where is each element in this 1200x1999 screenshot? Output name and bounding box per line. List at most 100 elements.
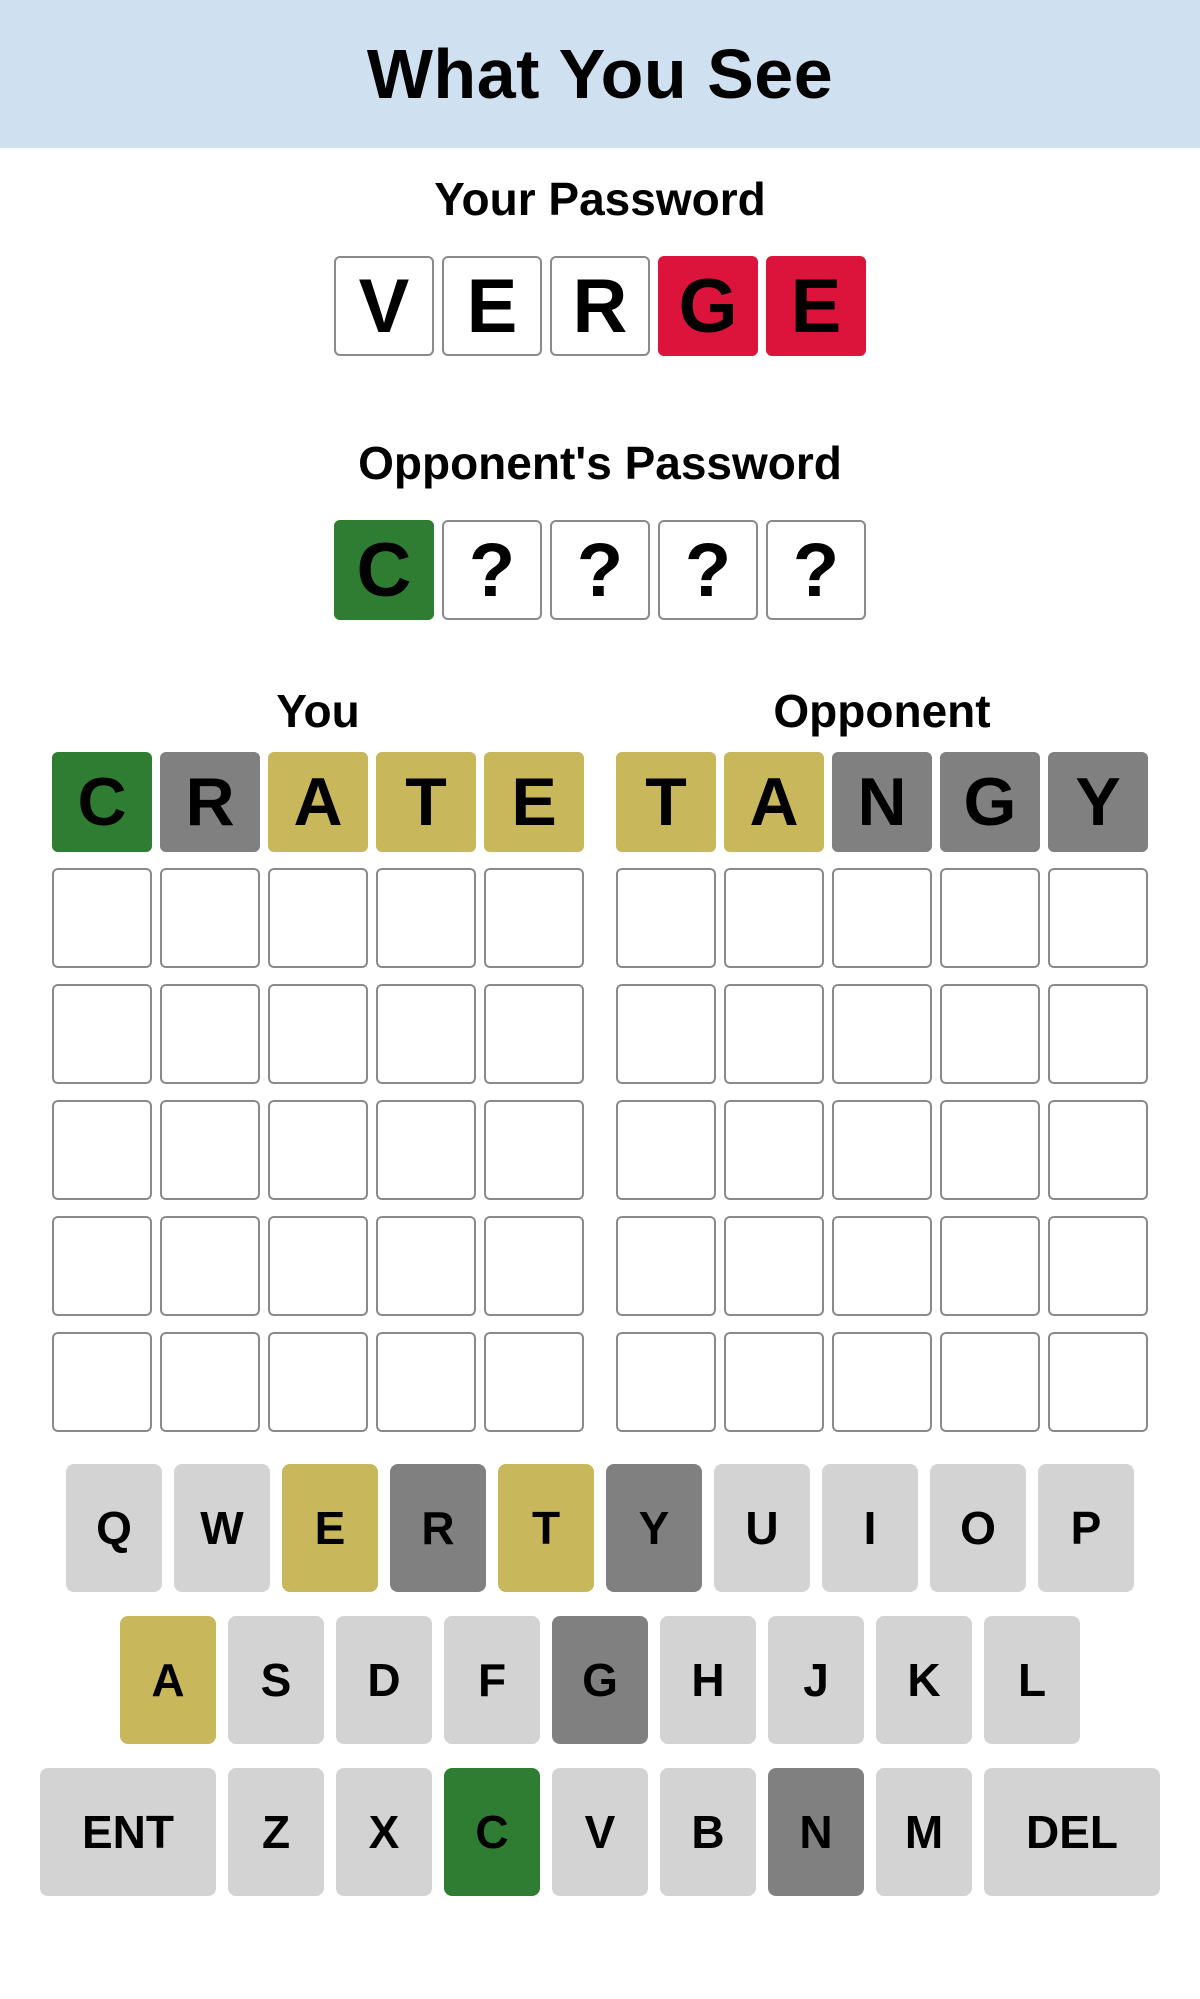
key-ent[interactable]: ENT [40,1768,216,1896]
opponent-guess-tile [616,1332,716,1432]
opponent-guess-tile [832,1332,932,1432]
opponent-guess-tile: N [832,752,932,852]
key-u[interactable]: U [714,1464,810,1592]
key-p[interactable]: P [1038,1464,1134,1592]
your-guess-tile [268,868,368,968]
your-guess-tile [160,1332,260,1432]
opponent-guess-tile [940,1332,1040,1432]
opponent-password-tile: ? [550,520,650,620]
opponent-guess-tile [832,868,932,968]
opponent-guess-tile [1048,1100,1148,1200]
key-r[interactable]: R [390,1464,486,1592]
opponent-guess-tile [616,1216,716,1316]
opponent-guess-tile [940,984,1040,1084]
opponent-password-tile: ? [766,520,866,620]
key-y[interactable]: Y [606,1464,702,1592]
opponent-guess-tile: A [724,752,824,852]
key-t[interactable]: T [498,1464,594,1592]
your-guess-tile [160,1216,260,1316]
your-guess-tile [52,984,152,1084]
key-b[interactable]: B [660,1768,756,1896]
your-guess-tile [376,868,476,968]
opponent-guess-tile [616,984,716,1084]
opponent-guess-tile [1048,984,1148,1084]
your-password-tile: G [658,256,758,356]
key-e[interactable]: E [282,1464,378,1592]
your-password-tile: E [442,256,542,356]
opponent-guess-tile [1048,1332,1148,1432]
your-password-label: Your Password [434,173,766,225]
your-guess-tile [376,1216,476,1316]
opponent-password-tile: ? [658,520,758,620]
key-c[interactable]: C [444,1768,540,1896]
your-guess-tile [484,1332,584,1432]
key-del[interactable]: DEL [984,1768,1160,1896]
key-z[interactable]: Z [228,1768,324,1896]
key-g[interactable]: G [552,1616,648,1744]
your-guess-tile [268,1100,368,1200]
your-guess-tile [268,1332,368,1432]
key-n[interactable]: N [768,1768,864,1896]
your-guess-tile [52,868,152,968]
page-title: What You See [366,35,834,113]
your-guess-tile [484,868,584,968]
your-board-label: You [276,685,360,737]
opponent-guess-tile [940,1100,1040,1200]
your-guess-tile [52,1332,152,1432]
key-a[interactable]: A [120,1616,216,1744]
opponent-guess-tile [832,1100,932,1200]
key-s[interactable]: S [228,1616,324,1744]
opponent-password-tile: ? [442,520,542,620]
opponent-board-label: Opponent [773,685,991,737]
your-guess-tile [52,1100,152,1200]
opponent-guess-tile [724,868,824,968]
opponent-guess-tile [832,1216,932,1316]
key-x[interactable]: X [336,1768,432,1896]
opponent-guess-tile [1048,868,1148,968]
key-q[interactable]: Q [66,1464,162,1592]
your-guess-tile [160,984,260,1084]
your-guess-tile: E [484,752,584,852]
key-j[interactable]: J [768,1616,864,1744]
your-guess-tile [484,1216,584,1316]
key-k[interactable]: K [876,1616,972,1744]
key-h[interactable]: H [660,1616,756,1744]
your-password-tile: V [334,256,434,356]
opponent-password-tile: C [334,520,434,620]
opponent-guess-tile: T [616,752,716,852]
your-guess-tile [268,984,368,1084]
your-guess-tile [268,1216,368,1316]
opponent-guess-tile [940,868,1040,968]
key-i[interactable]: I [822,1464,918,1592]
your-guess-tile [484,984,584,1084]
opponent-guess-tile [724,1332,824,1432]
opponent-password-label: Opponent's Password [358,437,842,489]
opponent-guess-tile [1048,1216,1148,1316]
your-password-tile: E [766,256,866,356]
your-guess-tile [376,1332,476,1432]
key-l[interactable]: L [984,1616,1080,1744]
your-password-tile: R [550,256,650,356]
your-guess-tile: R [160,752,260,852]
your-guess-tile [160,868,260,968]
your-guess-tile: C [52,752,152,852]
key-v[interactable]: V [552,1768,648,1896]
your-guess-tile: T [376,752,476,852]
key-d[interactable]: D [336,1616,432,1744]
opponent-guess-tile [724,1216,824,1316]
opponent-guess-tile [832,984,932,1084]
header: What You See [0,0,1200,148]
opponent-guess-tile: Y [1048,752,1148,852]
key-f[interactable]: F [444,1616,540,1744]
key-o[interactable]: O [930,1464,1026,1592]
your-guess-tile [376,1100,476,1200]
opponent-guess-tile [616,1100,716,1200]
key-m[interactable]: M [876,1768,972,1896]
opponent-guess-tile [940,1216,1040,1316]
key-w[interactable]: W [174,1464,270,1592]
opponent-guess-tile [616,868,716,968]
opponent-guess-tile [724,1100,824,1200]
opponent-guess-tile: G [940,752,1040,852]
your-guess-tile [376,984,476,1084]
opponent-guess-tile [724,984,824,1084]
